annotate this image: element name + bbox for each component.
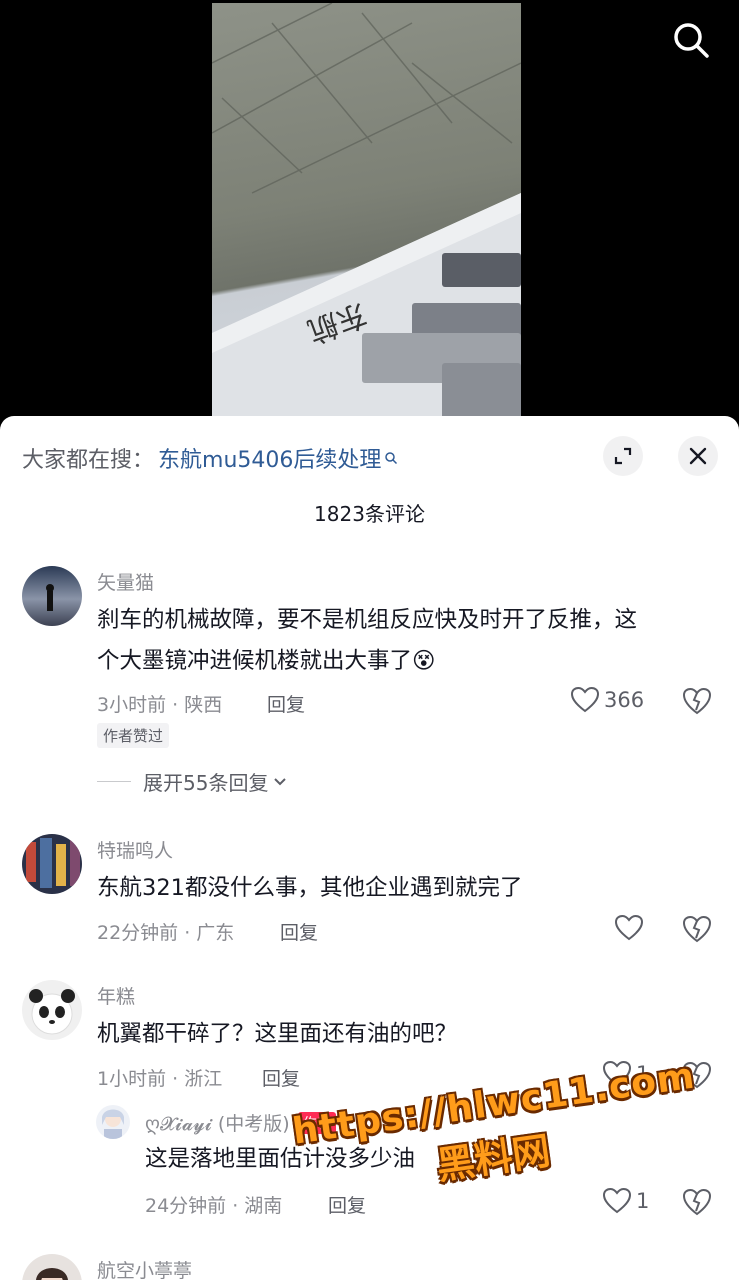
username[interactable]: 航空小葶葶 <box>97 1256 192 1280</box>
like-button[interactable] <box>614 914 644 942</box>
comment-time-location: 3小时前 · 陕西 <box>97 694 223 716</box>
hot-search-query[interactable]: 东航mu5406后续处理 <box>158 442 381 474</box>
divider <box>97 781 131 782</box>
comment-item: 矢量猫 刹车的机械故障，要不是机组反应快及时开了反推，这 个大墨镜冲进候机楼就出… <box>0 566 739 796</box>
comment-text-line: 个大墨镜冲进候机楼就出大事了😵 <box>97 648 436 674</box>
comment-time-location: 24分钟前 · 湖南 <box>145 1195 283 1217</box>
expand-replies[interactable]: 展开55条回复 <box>97 767 288 796</box>
avatar[interactable] <box>22 566 82 626</box>
like-count: 1 <box>636 1189 650 1213</box>
expand-button[interactable] <box>603 436 643 476</box>
comment-text: 机翼都干碎了？这里面还有油的吧？ <box>97 1021 458 1047</box>
comment-text: 东航321都没什么事，其他企业遇到就完了 <box>97 875 523 901</box>
close-icon <box>689 447 707 465</box>
comment-text: 刹车的机械故障，要不是机组反应快及时开了反推，这 个大墨镜冲进候机楼就出大事了😵 <box>97 600 707 682</box>
expand-icon <box>614 447 632 465</box>
hot-search-prefix: 大家都在搜： <box>22 448 155 473</box>
comment-time-location: 1小时前 · 浙江 <box>97 1068 223 1090</box>
heart-icon <box>570 686 600 713</box>
reply-button[interactable]: 回复 <box>280 918 318 945</box>
dislike-button[interactable] <box>682 686 712 716</box>
small-search-icon <box>385 452 398 465</box>
comment-item: 特瑞鸣人 东航321都没什么事，其他企业遇到就完了 22分钟前 · 广东 回复 <box>0 834 739 944</box>
search-icon <box>674 23 709 58</box>
username-text: ღ𝓧𝓲𝓪𝔂𝓲 (中考版) <box>145 1113 290 1135</box>
username[interactable]: 年糕 <box>97 982 135 1009</box>
heart-icon <box>614 914 644 941</box>
comment-item: 航空小葶葶 <box>0 1254 739 1280</box>
avatar[interactable] <box>96 1105 130 1139</box>
video-still: 东航 <box>212 3 521 430</box>
broken-heart-icon <box>682 915 712 943</box>
username[interactable]: 特瑞鸣人 <box>97 836 173 863</box>
username[interactable]: 矢量猫 <box>97 568 154 595</box>
dislike-button[interactable] <box>682 914 712 944</box>
reply-button[interactable]: 回复 <box>262 1064 300 1091</box>
avatar[interactable] <box>22 980 82 1040</box>
heart-icon <box>602 1187 632 1214</box>
chevron-down-icon <box>274 777 287 785</box>
comment-time-location: 22分钟前 · 广东 <box>97 922 235 944</box>
comment-text-line: 刹车的机械故障，要不是机组反应快及时开了反推，这 <box>97 607 638 633</box>
broken-heart-icon <box>682 687 712 715</box>
reply-button[interactable]: 回复 <box>267 690 305 717</box>
like-button[interactable]: 1 <box>602 1187 649 1215</box>
dislike-button[interactable] <box>682 1187 712 1217</box>
hot-search[interactable]: 大家都在搜： 东航mu5406后续处理 <box>22 442 398 474</box>
search-button[interactable] <box>671 20 711 60</box>
broken-heart-icon <box>682 1188 712 1216</box>
like-count: 366 <box>604 688 645 712</box>
video-frame[interactable]: 东航 <box>212 3 521 430</box>
avatar[interactable] <box>22 1254 82 1280</box>
like-button[interactable]: 366 <box>570 686 644 714</box>
video-player[interactable]: 东航 <box>0 0 739 430</box>
expand-replies-label: 展开55条回复 <box>143 771 269 795</box>
comment-count: 1823条评论 <box>314 502 425 526</box>
author-liked-tag: 作者赞过 <box>97 723 170 748</box>
close-button[interactable] <box>678 436 718 476</box>
avatar[interactable] <box>22 834 82 894</box>
